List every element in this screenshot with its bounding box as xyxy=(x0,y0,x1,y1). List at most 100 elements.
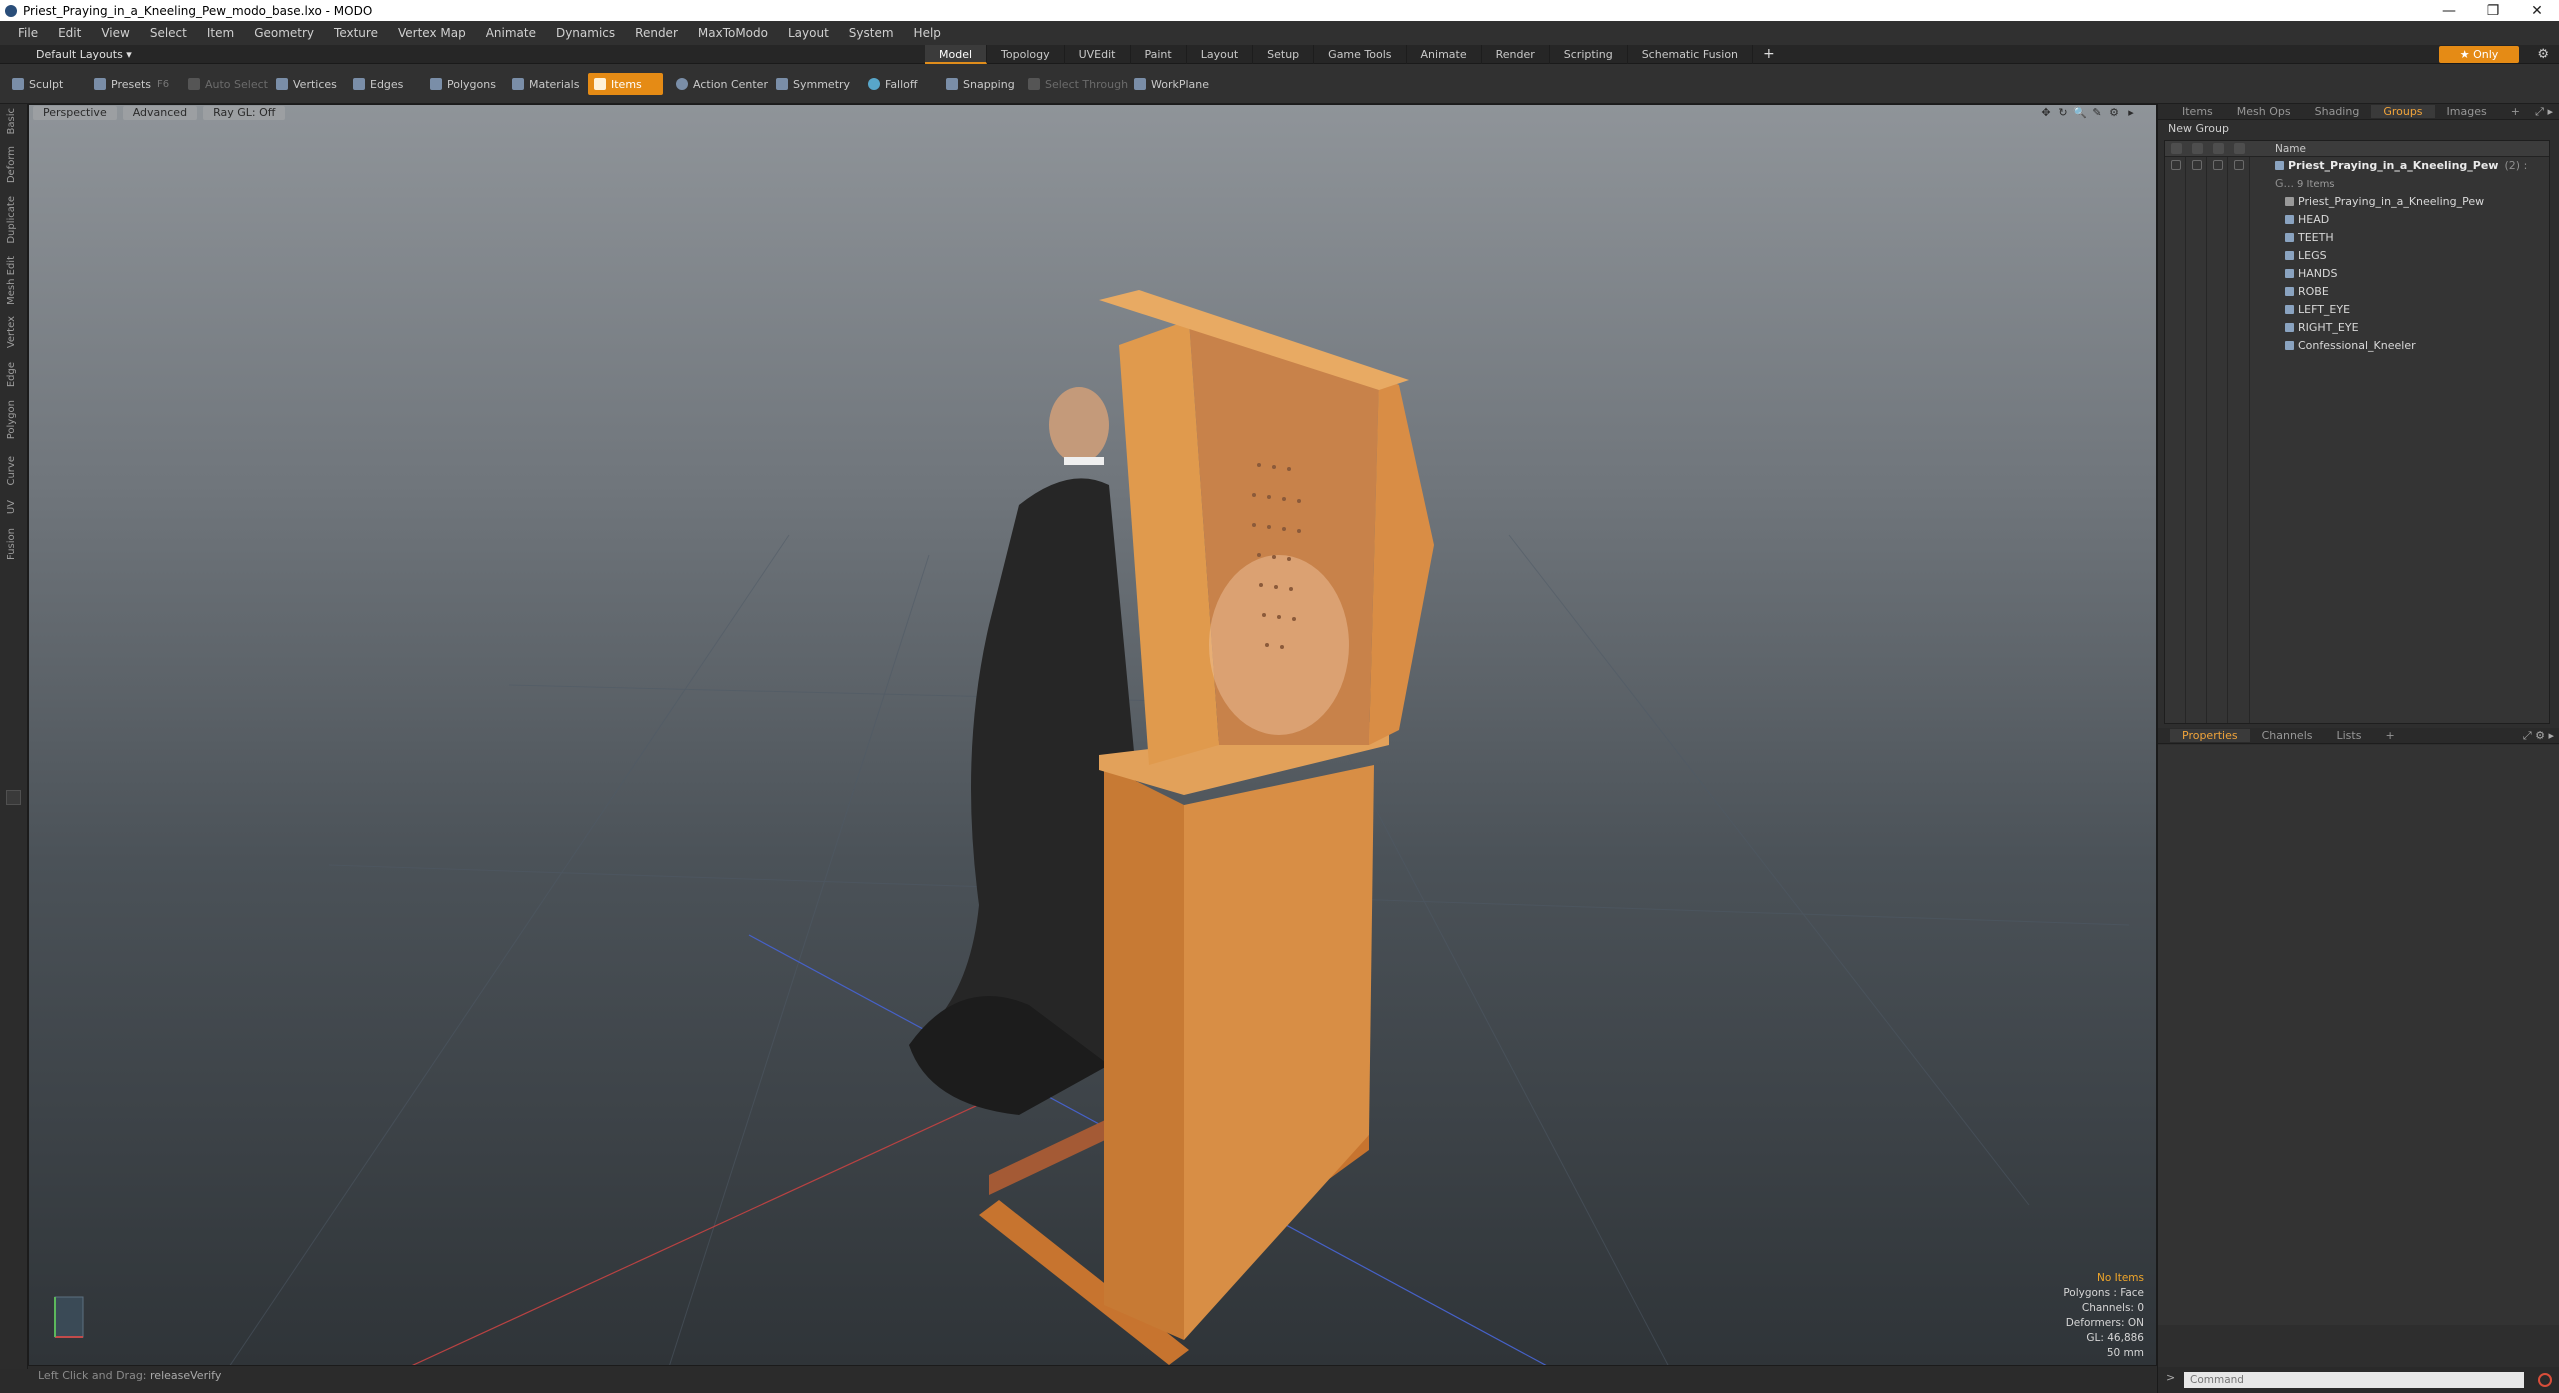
symmetry-button[interactable]: Symmetry xyxy=(770,73,856,95)
strip-tab-curve[interactable]: Curve xyxy=(6,456,17,486)
tab-topology[interactable]: Topology xyxy=(987,45,1065,64)
list-item[interactable]: TEETH xyxy=(2165,229,2549,247)
tab-mesh-ops[interactable]: Mesh Ops xyxy=(2225,105,2303,118)
menu-vertex-map[interactable]: Vertex Map xyxy=(388,26,476,40)
select-through-button[interactable]: Select Through xyxy=(1022,73,1134,95)
render-icon[interactable] xyxy=(2192,143,2203,154)
list-item[interactable]: ROBE xyxy=(2165,283,2549,301)
strip-tab-edge[interactable]: Edge xyxy=(6,362,17,387)
menu-edit[interactable]: Edit xyxy=(48,26,91,40)
snapping-button[interactable]: Snapping xyxy=(940,73,1021,95)
tab-items[interactable]: Items xyxy=(2170,105,2225,118)
tab-animate[interactable]: Animate xyxy=(1407,45,1482,64)
tab-model[interactable]: Model xyxy=(925,45,988,64)
menu-item[interactable]: Item xyxy=(197,26,244,40)
workplane-button[interactable]: WorkPlane xyxy=(1128,73,1215,95)
tab-properties[interactable]: Properties xyxy=(2170,729,2250,742)
strip-toggle-button[interactable] xyxy=(6,790,21,805)
add-tab-button[interactable]: + xyxy=(1753,45,1785,64)
materials-button[interactable]: Materials xyxy=(506,73,585,95)
eye-icon[interactable] xyxy=(2171,143,2182,154)
tab-shading[interactable]: Shading xyxy=(2303,105,2372,118)
edges-button[interactable]: Edges xyxy=(347,73,409,95)
falloff-button[interactable]: Falloff xyxy=(862,73,923,95)
tab-lists[interactable]: Lists xyxy=(2325,729,2374,742)
list-item[interactable]: HEAD xyxy=(2165,211,2549,229)
presets-button[interactable]: Presets F6 xyxy=(88,73,175,95)
tab-game-tools[interactable]: Game Tools xyxy=(1314,45,1407,64)
strip-tab-basic[interactable]: Basic xyxy=(6,108,17,134)
menu-animate[interactable]: Animate xyxy=(476,26,546,40)
action-center-button[interactable]: Action Center xyxy=(670,73,774,95)
list-item[interactable]: RIGHT_EYE xyxy=(2165,319,2549,337)
name-column-header[interactable]: Name xyxy=(2275,141,2306,157)
group-root-row[interactable]: Priest_Praying_in_a_Kneeling_Pew (2) : G.… xyxy=(2165,157,2549,190)
strip-tab-fusion[interactable]: Fusion xyxy=(6,528,17,560)
shading-mode-button[interactable]: Advanced xyxy=(122,106,198,120)
add-panel-tab-button[interactable]: + xyxy=(2499,105,2532,118)
menu-select[interactable]: Select xyxy=(140,26,197,40)
panel-expand-icon[interactable]: ⤢ ▸ xyxy=(2535,105,2553,119)
layout-select[interactable]: Default Layouts ▾ xyxy=(36,48,132,61)
list-item[interactable]: Priest_Praying_in_a_Kneeling_Pew xyxy=(2165,193,2549,211)
view-mode-button[interactable]: Perspective xyxy=(33,106,117,120)
menu-file[interactable]: File xyxy=(8,26,48,40)
tab-setup[interactable]: Setup xyxy=(1253,45,1315,64)
menu-texture[interactable]: Texture xyxy=(324,26,388,40)
menu-render[interactable]: Render xyxy=(625,26,688,40)
menu-layout[interactable]: Layout xyxy=(778,26,839,40)
menu-view[interactable]: View xyxy=(91,26,139,40)
tab-paint[interactable]: Paint xyxy=(1131,45,1187,64)
menu-dynamics[interactable]: Dynamics xyxy=(546,26,625,40)
polygons-button[interactable]: Polygons xyxy=(424,73,502,95)
tab-uvedit[interactable]: UVEdit xyxy=(1065,45,1131,64)
new-group-button[interactable]: New Group xyxy=(2158,120,2559,138)
lock-icon[interactable] xyxy=(2213,143,2224,154)
rotate-icon[interactable]: ↻ xyxy=(2056,106,2070,120)
tab-layout[interactable]: Layout xyxy=(1187,45,1254,64)
menu-help[interactable]: Help xyxy=(904,26,951,40)
gear-icon[interactable]: ⚙ xyxy=(2537,47,2549,62)
3d-viewport[interactable]: Perspective Advanced Ray GL: Off ✥ ↻ 🔍 ✎… xyxy=(28,104,2157,1366)
maximize-button[interactable]: ❐ xyxy=(2471,0,2515,21)
raygl-button[interactable]: Ray GL: Off xyxy=(203,106,286,120)
strip-tab-duplicate[interactable]: Duplicate xyxy=(6,196,17,244)
strip-tab-deform[interactable]: Deform xyxy=(6,146,17,183)
auto-select-button[interactable]: Auto Select xyxy=(182,73,274,95)
vertices-button[interactable]: Vertices xyxy=(270,73,343,95)
pan-icon[interactable]: ✥ xyxy=(2039,106,2053,120)
zoom-icon[interactable]: 🔍 xyxy=(2073,106,2087,120)
close-button[interactable]: ✕ xyxy=(2515,0,2559,21)
command-run-icon[interactable] xyxy=(2538,1373,2552,1387)
priest-collar xyxy=(1064,457,1104,465)
list-item[interactable]: LEFT_EYE xyxy=(2165,301,2549,319)
tab-render[interactable]: Render xyxy=(1482,45,1550,64)
tab-groups[interactable]: Groups xyxy=(2371,105,2435,118)
tab-images[interactable]: Images xyxy=(2435,105,2499,118)
only-button[interactable]: ★ Only xyxy=(2439,46,2519,63)
command-input[interactable] xyxy=(2184,1372,2524,1388)
tab-schematic-fusion[interactable]: Schematic Fusion xyxy=(1628,45,1754,64)
viewport-menu-icon[interactable]: ▸ xyxy=(2124,106,2138,120)
tab-channels[interactable]: Channels xyxy=(2250,729,2325,742)
items-button[interactable]: Items xyxy=(588,73,663,95)
edit-icon[interactable]: ✎ xyxy=(2090,106,2104,120)
strip-tab-mesh-edit[interactable]: Mesh Edit xyxy=(6,256,17,305)
command-history-arrow[interactable]: > xyxy=(2166,1371,2175,1384)
list-item[interactable]: HANDS xyxy=(2165,265,2549,283)
add-properties-tab-button[interactable]: + xyxy=(2373,729,2406,742)
viewport-settings-icon[interactable]: ⚙ xyxy=(2107,106,2121,120)
menu-geometry[interactable]: Geometry xyxy=(244,26,324,40)
sculpt-button[interactable]: Sculpt xyxy=(6,73,69,95)
list-item[interactable]: LEGS xyxy=(2165,247,2549,265)
menu-system[interactable]: System xyxy=(839,26,904,40)
strip-tab-polygon[interactable]: Polygon xyxy=(6,400,17,439)
strip-tab-vertex[interactable]: Vertex xyxy=(6,316,17,348)
list-item[interactable]: Confessional_Kneeler xyxy=(2165,337,2549,355)
menu-maxtomodo[interactable]: MaxToModo xyxy=(688,26,778,40)
tab-scripting[interactable]: Scripting xyxy=(1550,45,1628,64)
minimize-button[interactable]: — xyxy=(2427,0,2471,21)
strip-tab-uv[interactable]: UV xyxy=(6,500,17,514)
properties-expand-icon[interactable]: ⤢ ⚙ ▸ xyxy=(2523,729,2554,743)
select-icon[interactable] xyxy=(2234,143,2245,154)
